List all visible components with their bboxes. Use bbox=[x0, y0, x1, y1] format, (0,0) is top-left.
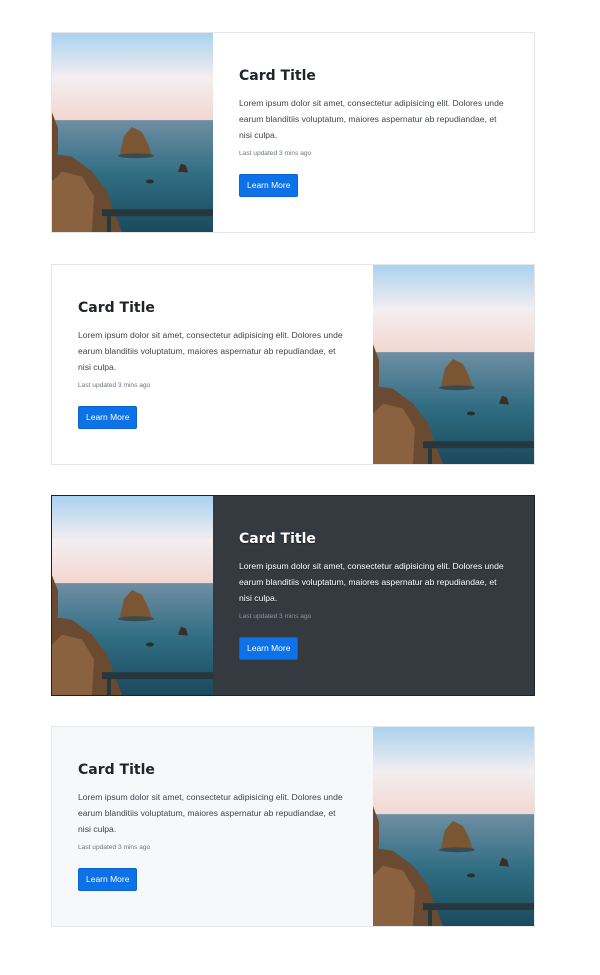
card-title: Card Title bbox=[239, 531, 316, 547]
card-title: Card Title bbox=[78, 300, 155, 316]
card-title: Card Title bbox=[78, 762, 155, 778]
card-image bbox=[373, 727, 534, 926]
learn-more-button[interactable]: Learn More bbox=[78, 406, 138, 429]
card-text: Lorem ipsum dolor sit amet, consectetur … bbox=[239, 561, 504, 603]
horizontal-card-4: Card Title Lorem ipsum dolor sit amet, c… bbox=[51, 726, 535, 927]
learn-more-button[interactable]: Learn More bbox=[239, 637, 299, 660]
horizontal-card-3: Card Title Lorem ipsum dolor sit amet, c… bbox=[51, 495, 535, 696]
card-body: Card Title Lorem ipsum dolor sit amet, c… bbox=[213, 33, 534, 232]
card-text: Lorem ipsum dolor sit amet, consectetur … bbox=[78, 330, 343, 372]
sea-rock-photo bbox=[52, 496, 213, 695]
learn-more-button[interactable]: Learn More bbox=[239, 174, 299, 197]
card-title: Card Title bbox=[239, 68, 316, 84]
card-meta: Last updated 3 mins ago bbox=[239, 150, 312, 157]
card-meta: Last updated 3 mins ago bbox=[78, 382, 151, 389]
card-meta: Last updated 3 mins ago bbox=[78, 844, 151, 851]
card-body: Card Title Lorem ipsum dolor sit amet, c… bbox=[52, 727, 373, 926]
sea-rock-photo bbox=[373, 727, 534, 926]
card-meta: Last updated 3 mins ago bbox=[239, 613, 312, 620]
sea-rock-photo bbox=[373, 265, 534, 464]
card-image bbox=[52, 33, 213, 232]
horizontal-card-2: Card Title Lorem ipsum dolor sit amet, c… bbox=[51, 264, 535, 465]
card-text: Lorem ipsum dolor sit amet, consectetur … bbox=[78, 792, 343, 834]
card-image bbox=[52, 496, 213, 695]
sea-rock-photo bbox=[52, 33, 213, 232]
card-image bbox=[373, 265, 534, 464]
card-body: Card Title Lorem ipsum dolor sit amet, c… bbox=[52, 265, 373, 464]
horizontal-card-1: Card Title Lorem ipsum dolor sit amet, c… bbox=[51, 32, 535, 233]
learn-more-button[interactable]: Learn More bbox=[78, 868, 138, 891]
card-text: Lorem ipsum dolor sit amet, consectetur … bbox=[239, 98, 504, 140]
card-body: Card Title Lorem ipsum dolor sit amet, c… bbox=[213, 496, 534, 695]
